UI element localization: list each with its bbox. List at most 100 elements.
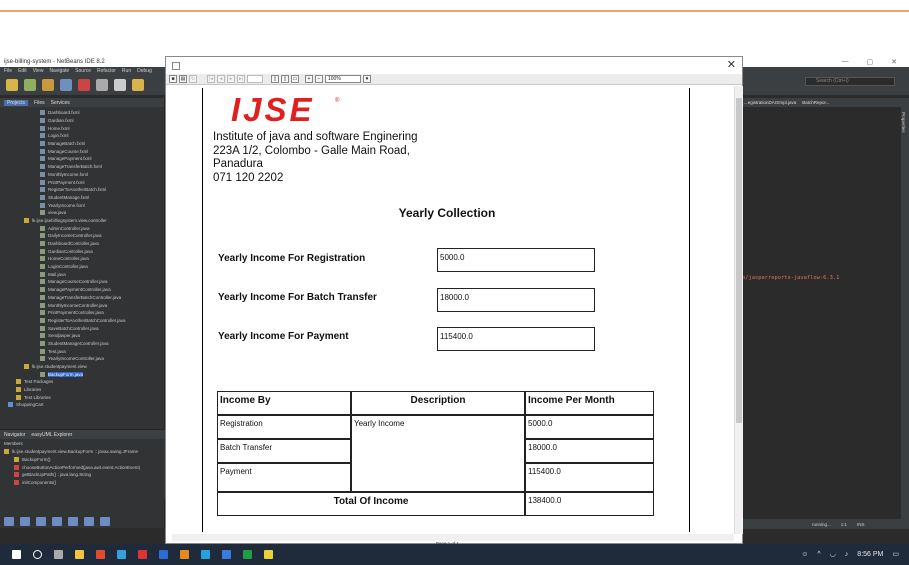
tree-item[interactable]: view.java: [4, 209, 164, 217]
chrome-icon[interactable]: [96, 550, 105, 559]
vertical-scrollbar[interactable]: [734, 86, 743, 534]
menu-view[interactable]: View: [33, 68, 44, 74]
menu-file[interactable]: File: [4, 68, 12, 74]
network-icon[interactable]: ◡: [830, 550, 836, 558]
tree-item[interactable]: Test.java: [4, 347, 164, 355]
tree-item[interactable]: PrintPaymentController.java: [4, 309, 164, 317]
navigator-item[interactable]: chooseButtonActionPerformed(java.awt.eve…: [0, 463, 165, 471]
close-icon[interactable]: ✕: [891, 58, 897, 66]
restore-icon[interactable]: ▢: [867, 58, 874, 66]
tree-item[interactable]: ManagePaymentController.java: [4, 286, 164, 294]
last-page-icon[interactable]: ▸|: [237, 75, 245, 83]
clock[interactable]: 8:56 PM: [857, 551, 883, 558]
tree-item[interactable]: StudentManage.fxml: [4, 194, 164, 202]
pdf-icon[interactable]: [138, 550, 147, 559]
cut-icon[interactable]: [78, 79, 90, 91]
fit-width-icon[interactable]: ▭: [291, 75, 299, 83]
task-view-icon[interactable]: [54, 550, 63, 559]
tree-item[interactable]: SaveBatchController.java: [4, 324, 164, 332]
actual-size-icon[interactable]: ▯: [271, 75, 279, 83]
tree-item[interactable]: RegisterToAnotherBatchController.java: [4, 317, 164, 325]
menu-edit[interactable]: Edit: [18, 68, 27, 74]
navigator-item[interactable]: getBackUpPath() : java.lang.String: [0, 471, 165, 479]
java-icon[interactable]: [264, 550, 273, 559]
tool-icon[interactable]: [68, 517, 78, 526]
tree-item[interactable]: LoginController.java: [4, 263, 164, 271]
tree-item[interactable]: ManageTransferBatchController.java: [4, 294, 164, 302]
properties-strip[interactable]: Properties: [901, 98, 909, 528]
tree-item[interactable]: ManageCourseController.java: [4, 278, 164, 286]
save-all-icon[interactable]: [60, 79, 72, 91]
netbeans-icon[interactable]: [222, 550, 231, 559]
tree-package[interactable]: lk.ijse.studentpayment.view: [4, 363, 164, 371]
ide-search-input[interactable]: Search (Ctrl+I): [805, 77, 895, 86]
tree-project[interactable]: ShoppingCart: [4, 401, 164, 409]
save-icon[interactable]: ■: [169, 75, 177, 83]
editor-tab[interactable]: ...egistrationDAOImpl.java: [744, 100, 796, 105]
prev-page-icon[interactable]: ◂: [217, 75, 225, 83]
notifications-icon[interactable]: ▭: [892, 550, 899, 558]
menu-run[interactable]: Run: [122, 68, 131, 74]
scrollbar-thumb[interactable]: [736, 98, 742, 423]
tree-item[interactable]: Login.fxml: [4, 132, 164, 140]
tree-item[interactable]: Gardian.fxml: [4, 117, 164, 125]
tree-folder[interactable]: Test Packages: [4, 378, 164, 386]
tree-item[interactable]: YearlyIncomeController.java: [4, 355, 164, 363]
tree-item[interactable]: GardianController.java: [4, 247, 164, 255]
paste-icon[interactable]: [114, 79, 126, 91]
dialog-close-button[interactable]: ✕: [727, 58, 736, 71]
navigator-item[interactable]: initComponents(): [0, 479, 165, 487]
new-project-icon[interactable]: [24, 79, 36, 91]
tree-item[interactable]: Dashboard.fxml: [4, 109, 164, 117]
new-file-icon[interactable]: [6, 79, 18, 91]
tree-item[interactable]: Sendjasper.java: [4, 332, 164, 340]
tree-item-selected[interactable]: BackupForm.java: [4, 370, 164, 378]
tree-folder[interactable]: Libraries: [4, 386, 164, 394]
tab-navigator[interactable]: Navigator: [4, 432, 25, 438]
app-icon[interactable]: [180, 550, 189, 559]
tree-item[interactable]: HomeController.java: [4, 255, 164, 263]
menu-debug[interactable]: Debug: [137, 68, 152, 74]
navigator-filter[interactable]: Members: [0, 439, 165, 448]
reload-icon[interactable]: ↻: [189, 75, 197, 83]
store-icon[interactable]: [117, 550, 126, 559]
whatsapp-icon[interactable]: [243, 550, 252, 559]
menu-navigate[interactable]: Navigate: [49, 68, 69, 74]
menu-refactor[interactable]: Refactor: [97, 68, 116, 74]
tree-item[interactable]: StudentManageController.java: [4, 340, 164, 348]
editor-tab[interactable]: BatchRepor...: [802, 100, 829, 105]
tree-item[interactable]: YearlyIncome.fxml: [4, 201, 164, 209]
navigator-item[interactable]: lk.ijse.studentpayment.view.BackupForm :…: [0, 448, 165, 456]
copy-icon[interactable]: [96, 79, 108, 91]
tree-item[interactable]: PrintPayment.fxml: [4, 178, 164, 186]
menu-source[interactable]: Source: [75, 68, 91, 74]
undo-icon[interactable]: [132, 79, 144, 91]
word-icon[interactable]: [159, 550, 168, 559]
tab-files[interactable]: Files: [34, 100, 45, 106]
tree-item[interactable]: DashboardController.java: [4, 240, 164, 248]
search-icon[interactable]: [33, 550, 42, 559]
tab-easyuml[interactable]: easyUML Explorer: [31, 432, 72, 438]
tool-icon[interactable]: [36, 517, 46, 526]
media-icon[interactable]: [201, 550, 210, 559]
tree-folder[interactable]: Test Libraries: [4, 393, 164, 401]
start-icon[interactable]: [12, 550, 21, 559]
tool-icon[interactable]: [52, 517, 62, 526]
file-explorer-icon[interactable]: [75, 550, 84, 559]
page-number-input[interactable]: [247, 75, 263, 83]
first-page-icon[interactable]: |◂: [207, 75, 215, 83]
volume-icon[interactable]: ♪: [845, 551, 849, 558]
zoom-in-icon[interactable]: +: [305, 75, 313, 83]
tree-item[interactable]: MonthlyIncomeController.java: [4, 301, 164, 309]
zoom-select[interactable]: 100%: [325, 75, 361, 83]
tree-package[interactable]: lk.ijse.ijsebillingsystem.view.controlle…: [4, 217, 164, 225]
next-page-icon[interactable]: ▸: [227, 75, 235, 83]
tool-icon[interactable]: [84, 517, 94, 526]
tree-item[interactable]: MonthlyIncome.fxml: [4, 171, 164, 179]
fit-page-icon[interactable]: ▯: [281, 75, 289, 83]
editor-code-line[interactable]: b/jasperreports-javaflow-6.3.1: [742, 275, 839, 281]
tab-projects[interactable]: Projects: [4, 99, 29, 106]
open-project-icon[interactable]: [42, 79, 54, 91]
tool-icon[interactable]: [20, 517, 30, 526]
tree-item[interactable]: AdminController.java: [4, 224, 164, 232]
